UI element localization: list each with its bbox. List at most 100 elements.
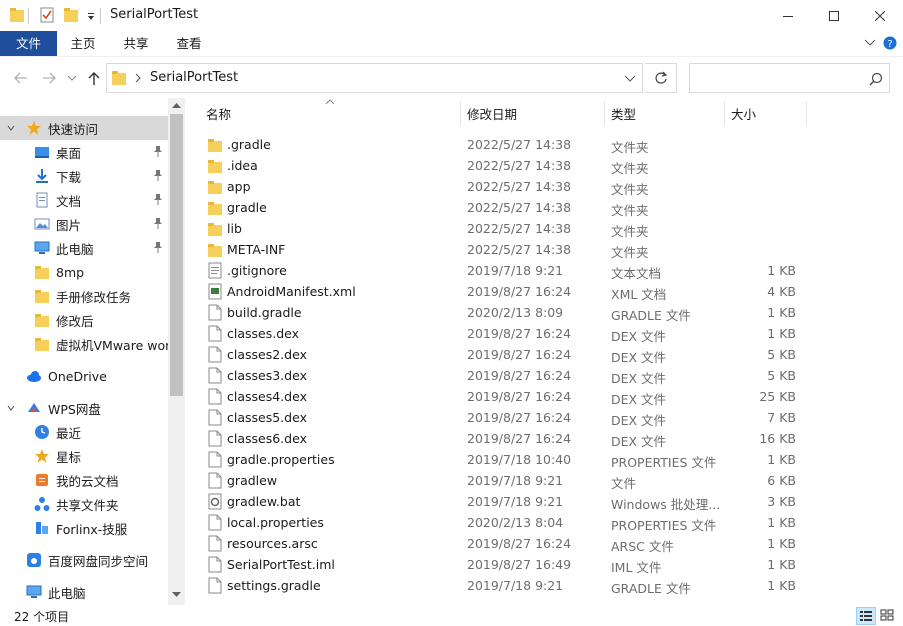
column-divider[interactable] xyxy=(806,101,807,126)
sidebar-item[interactable]: 手册修改任务 xyxy=(0,284,168,308)
table-row[interactable]: app 2022/5/27 14:38 文件夹 xyxy=(200,176,900,197)
sidebar-item[interactable]: 虚拟机VMware work xyxy=(0,332,168,356)
table-row[interactable]: gradlew 2019/7/18 9:21 文件 6 KB xyxy=(200,470,900,491)
table-row[interactable]: gradle 2022/5/27 14:38 文件夹 xyxy=(200,197,900,218)
breadcrumb-chevron-icon[interactable] xyxy=(134,73,142,83)
sidebar-item[interactable]: 我的云文档 xyxy=(0,468,168,492)
nav-scrollbar[interactable] xyxy=(168,98,185,605)
search-input[interactable] xyxy=(689,63,890,93)
close-button[interactable] xyxy=(857,0,903,31)
tab-file[interactable]: 文件 xyxy=(0,31,57,56)
scroll-thumb[interactable] xyxy=(170,114,183,396)
sidebar-item-label: 文档 xyxy=(56,193,82,209)
column-header-date[interactable]: 修改日期 xyxy=(467,103,517,127)
document-icon xyxy=(34,192,50,208)
up-arrow-icon[interactable] xyxy=(86,70,104,86)
table-row[interactable]: classes4.dex 2019/8/27 16:24 DEX 文件 25 KB xyxy=(200,386,900,407)
sidebar-item[interactable]: 最近 xyxy=(0,420,168,444)
file-icon xyxy=(208,556,222,573)
forward-arrow-icon[interactable] xyxy=(40,70,58,86)
sidebar-item[interactable]: OneDrive xyxy=(0,364,168,388)
address-history-chevron-icon[interactable] xyxy=(624,73,636,83)
table-row[interactable]: .idea 2022/5/27 14:38 文件夹 xyxy=(200,155,900,176)
refresh-button[interactable] xyxy=(645,63,677,93)
breadcrumb-item[interactable]: SerialPortTest xyxy=(150,70,238,85)
file-name: lib xyxy=(227,221,242,236)
file-icon xyxy=(208,577,222,594)
sidebar-item[interactable]: 下载 xyxy=(0,164,168,188)
new-folder-icon[interactable] xyxy=(64,7,78,24)
file-name: .idea xyxy=(227,158,258,173)
table-row[interactable]: classes2.dex 2019/8/27 16:24 DEX 文件 5 KB xyxy=(200,344,900,365)
details-view-button[interactable] xyxy=(856,607,876,625)
table-row[interactable]: local.properties 2020/2/13 8:04 PROPERTIES… xyxy=(200,512,900,533)
sidebar-item[interactable]: 共享文件夹 xyxy=(0,492,168,516)
expand-chevron-right-icon[interactable] xyxy=(6,370,16,382)
properties-icon[interactable] xyxy=(40,7,54,24)
file-size: 1 KB xyxy=(767,515,796,530)
table-row[interactable]: classes.dex 2019/8/27 16:24 DEX 文件 1 KB xyxy=(200,323,900,344)
expand-chevron-down-icon[interactable] xyxy=(6,122,16,134)
sidebar-item[interactable]: 桌面 xyxy=(0,140,168,164)
back-arrow-icon[interactable] xyxy=(12,70,30,86)
expand-chevron-right-icon[interactable] xyxy=(6,586,16,598)
sidebar-item[interactable]: 8mp xyxy=(0,260,168,284)
team-icon xyxy=(34,520,50,536)
file-size: 1 KB xyxy=(767,557,796,572)
customize-quick-access-icon[interactable] xyxy=(86,7,96,24)
sidebar-item[interactable]: 修改后 xyxy=(0,308,168,332)
file-name: settings.gradle xyxy=(227,578,321,593)
divider xyxy=(28,8,29,24)
large-icons-view-button[interactable] xyxy=(878,607,898,625)
recent-locations-chevron-icon[interactable] xyxy=(66,70,84,86)
folder-icon xyxy=(208,136,222,153)
column-divider[interactable] xyxy=(460,101,461,126)
table-row[interactable]: classes3.dex 2019/8/27 16:24 DEX 文件 5 KB xyxy=(200,365,900,386)
sidebar-item-label: 桌面 xyxy=(56,145,82,161)
table-row[interactable]: classes5.dex 2019/8/27 16:24 DEX 文件 7 KB xyxy=(200,407,900,428)
expand-chevron-down-icon[interactable] xyxy=(6,402,16,414)
tab-home[interactable]: 主页 xyxy=(62,31,104,56)
table-row[interactable]: lib 2022/5/27 14:38 文件夹 xyxy=(200,218,900,239)
table-row[interactable]: .gitignore 2019/7/18 9:21 文本文档 1 KB xyxy=(200,260,900,281)
sidebar-item[interactable]: 此电脑 xyxy=(0,580,168,604)
column-divider[interactable] xyxy=(724,101,725,126)
expand-chevron-right-icon[interactable] xyxy=(6,554,16,566)
column-header-size[interactable]: 大小 xyxy=(731,103,756,127)
sidebar-item[interactable]: 文档 xyxy=(0,188,168,212)
sidebar-item[interactable]: 快速访问 xyxy=(0,116,168,140)
column-header-type[interactable]: 类型 xyxy=(611,103,636,127)
sidebar-item[interactable]: 星标 xyxy=(0,444,168,468)
scroll-down-icon[interactable] xyxy=(172,592,181,598)
table-row[interactable]: SerialPortTest.iml 2019/8/27 16:49 IML 文件 1… xyxy=(200,554,900,575)
table-row[interactable]: META-INF 2022/5/27 14:38 文件夹 xyxy=(200,239,900,260)
minimize-button[interactable] xyxy=(765,0,811,31)
table-row[interactable]: build.gradle 2020/2/13 8:09 GRADLE 文件 1 KB xyxy=(200,302,900,323)
sidebar-item[interactable]: Forlinx-技服 xyxy=(0,516,168,540)
table-row[interactable]: gradle.properties 2019/7/18 10:40 PROPERTI… xyxy=(200,449,900,470)
file-icon xyxy=(208,346,222,363)
table-row[interactable]: classes6.dex 2019/8/27 16:24 DEX 文件 16 KB xyxy=(200,428,900,449)
wps-cloud-icon xyxy=(26,400,42,416)
help-icon[interactable]: ? xyxy=(883,36,897,50)
folder-icon xyxy=(34,288,50,304)
sidebar-item-label: OneDrive xyxy=(48,368,107,384)
tab-share[interactable]: 共享 xyxy=(115,31,157,56)
table-row[interactable]: resources.arsc 2019/8/27 16:24 ARSC 文件 1 KB xyxy=(200,533,900,554)
table-row[interactable]: gradlew.bat 2019/7/18 9:21 Windows 批处理... 3… xyxy=(200,491,900,512)
sidebar-item[interactable]: 图片 xyxy=(0,212,168,236)
address-bar[interactable]: SerialPortTest xyxy=(106,63,643,93)
scroll-up-icon[interactable] xyxy=(172,102,181,108)
maximize-button[interactable] xyxy=(811,0,857,31)
column-divider[interactable] xyxy=(604,101,605,126)
tab-view[interactable]: 查看 xyxy=(168,31,210,56)
table-row[interactable]: AndroidManifest.xml 2019/8/27 16:24 XML 文档… xyxy=(200,281,900,302)
sidebar-item[interactable]: 百度网盘同步空间 xyxy=(0,548,168,572)
sidebar-item[interactable]: 此电脑 xyxy=(0,236,168,260)
table-row[interactable]: settings.gradle 2019/7/18 9:21 GRADLE 文件 1 … xyxy=(200,575,900,596)
column-header-name[interactable]: 名称 xyxy=(206,103,231,127)
chevron-down-icon[interactable] xyxy=(864,36,876,48)
table-row[interactable]: .gradle 2022/5/27 14:38 文件夹 xyxy=(200,134,900,155)
sidebar-item[interactable]: WPS网盘 xyxy=(0,396,168,420)
sidebar-item-label: Forlinx-技服 xyxy=(56,521,128,537)
